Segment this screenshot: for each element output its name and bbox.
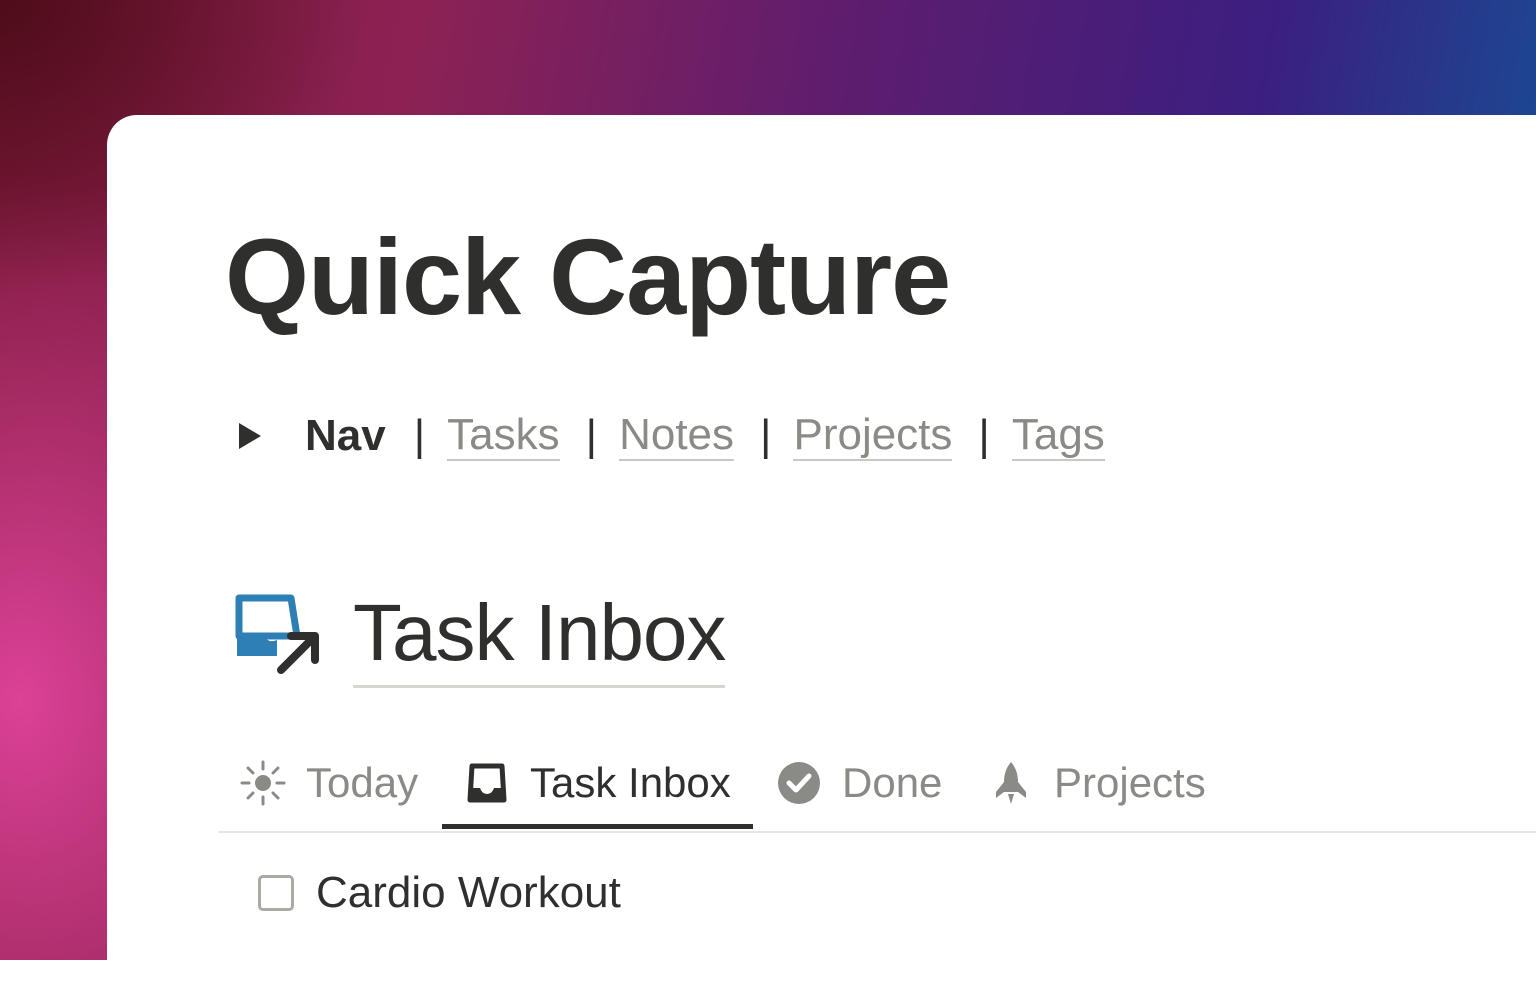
nav-separator: | [413,411,426,460]
nav-separator: | [585,411,598,460]
toggle-triangle-icon[interactable] [239,423,261,449]
database-title[interactable]: Task Inbox [353,593,726,688]
tab-done[interactable]: Done [776,735,942,831]
tab-label: Projects [1054,759,1206,806]
nav-link-projects[interactable]: Projects [793,410,953,462]
nav-label: Nav [305,411,386,460]
tab-label: Task Inbox [530,759,731,806]
inbox-tray-icon [467,763,507,803]
tab-label: Done [842,759,943,806]
nav-link-tasks[interactable]: Tasks [447,410,560,462]
rocket-icon [996,762,1026,804]
tab-label: Today [306,759,419,806]
task-title[interactable]: Cardio Workout [316,868,621,918]
nav-link-notes[interactable]: Notes [619,410,735,462]
nav-toggle-block: Nav | Tasks | Notes | Projects | Tags [239,409,1105,463]
tab-today[interactable]: Today [240,735,418,831]
page-title: Quick Capture [225,216,951,337]
linked-database-header: Task Inbox [233,593,726,688]
app-window: Quick Capture Nav | Tasks | Notes | Proj… [107,115,1536,995]
sun-icon [240,760,286,806]
tab-projects[interactable]: Projects [988,735,1206,831]
active-tab-indicator [442,824,753,829]
check-circle-icon [778,762,820,804]
view-tabs: Today Task Inbox Done Projects [218,735,1536,833]
task-checkbox[interactable] [258,875,294,911]
nav-link-tags[interactable]: Tags [1011,410,1105,462]
tab-task-inbox[interactable]: Task Inbox [464,735,731,831]
nav-separator: | [978,411,990,460]
inbox-arrow-icon [235,594,319,674]
list-item: Cardio Workout [258,863,621,923]
nav-separator: | [760,411,772,460]
